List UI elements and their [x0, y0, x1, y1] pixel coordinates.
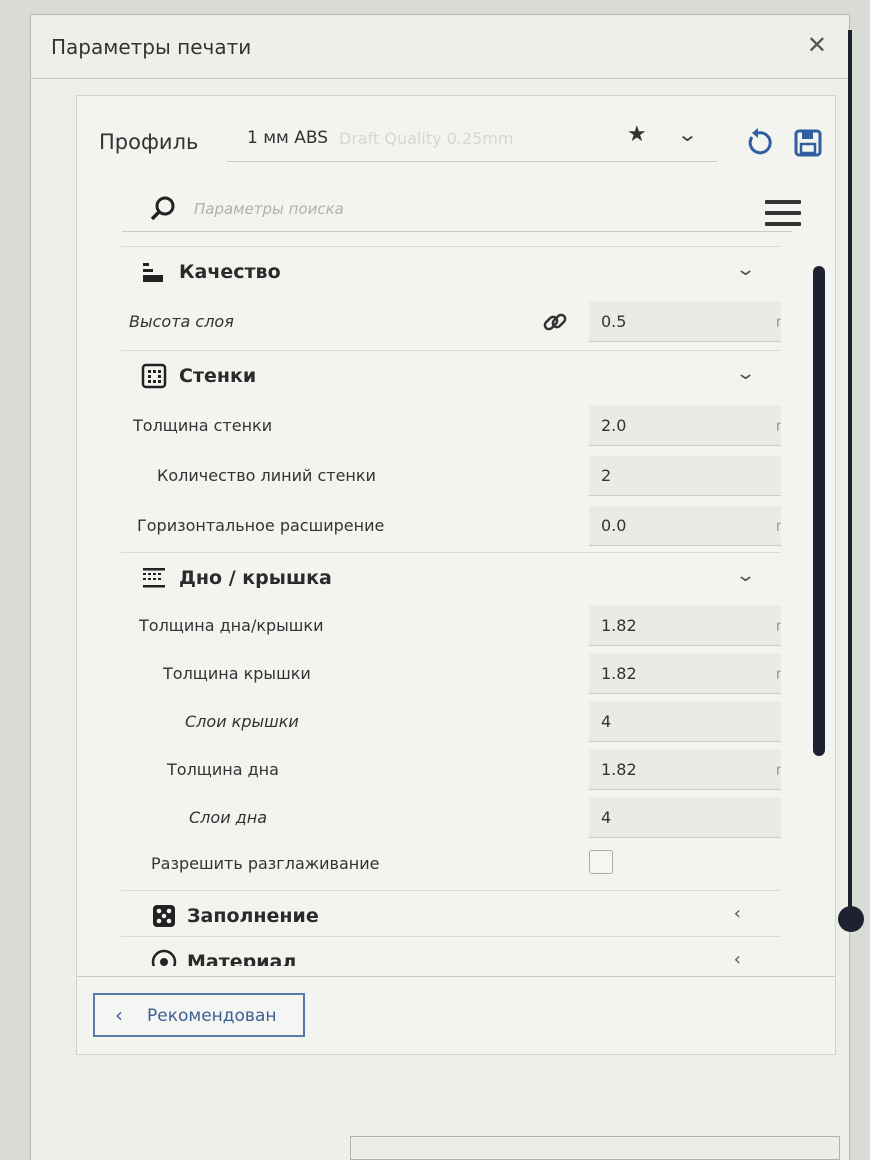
bottom-thickness-input[interactable]: 1.82 mm: [589, 750, 781, 790]
wall-thickness-input[interactable]: 2.0 mm: [589, 406, 781, 446]
unit-text: mm: [776, 417, 781, 435]
print-settings-dialog: Параметры печати ✕ Профиль 1 мм ABS Draf…: [30, 14, 850, 1160]
setting-label: Высота слоя: [129, 312, 234, 331]
section-infill[interactable]: Заполнение ‹: [121, 890, 781, 940]
value-text: 1.82: [601, 616, 637, 635]
save-icon[interactable]: [793, 128, 823, 158]
chevron-down-icon[interactable]: ⌄: [735, 363, 756, 384]
setting-label: Разрешить разглаживание: [151, 854, 380, 873]
search-field: [122, 188, 792, 232]
settings-list: Качество ⌄ Высота слоя 0.5 mm: [121, 246, 781, 966]
top-layers-input[interactable]: 4: [589, 702, 781, 742]
setting-layer-height: Высота слоя 0.5 mm: [121, 298, 781, 346]
setting-label: Слои крышки: [185, 712, 299, 731]
settings-panel: Профиль 1 мм ABS Draft Quality 0.25mm ★ …: [76, 95, 836, 1055]
setting-wall-thickness: Толщина стенки 2.0 mm: [121, 402, 781, 450]
ironing-checkbox[interactable]: [589, 850, 613, 874]
unit-text: mm: [776, 665, 781, 683]
setting-label: Толщина стенки: [133, 416, 273, 435]
unit-text: mm: [776, 517, 781, 535]
section-walls[interactable]: Стенки ⌄: [121, 350, 781, 400]
setting-horizontal-expansion: Горизонтальное расширение 0.0 mm: [121, 502, 781, 550]
bottom-panel: [350, 1136, 840, 1160]
chevron-left-icon[interactable]: ‹: [734, 949, 741, 966]
star-icon[interactable]: ★: [627, 122, 647, 147]
infill-icon: [153, 905, 175, 927]
layers-icon: [143, 568, 165, 588]
walls-grid-icon: [141, 363, 167, 389]
setting-top-thickness: Толщина крышки 1.82 mm: [121, 650, 781, 698]
setting-top-layers: Слои крышки 4: [121, 698, 781, 746]
section-top-bottom-title: Дно / крышка: [179, 567, 332, 589]
value-text: 1.82: [601, 664, 637, 683]
profile-subtitle: Draft Quality 0.25mm: [339, 129, 514, 148]
profile-dropdown[interactable]: 1 мм ABS Draft Quality 0.25mm ★ ⌄: [227, 114, 717, 162]
section-quality-title: Качество: [179, 261, 281, 283]
material-icon: [151, 949, 177, 966]
top-bottom-thickness-input[interactable]: 1.82 mm: [589, 606, 781, 646]
layer-slider-knob[interactable]: [838, 906, 864, 932]
setting-label: Горизонтальное расширение: [137, 516, 385, 535]
profile-label: Профиль: [99, 130, 199, 154]
profile-row: Профиль 1 мм ABS Draft Quality 0.25mm ★ …: [77, 96, 835, 176]
value-text: 1.82: [601, 760, 637, 779]
close-icon[interactable]: ✕: [807, 31, 827, 59]
layer-height-input[interactable]: 0.5 mm: [589, 302, 781, 342]
unit-text: mm: [776, 761, 781, 779]
bottom-layers-input[interactable]: 4: [589, 798, 781, 838]
value-text: 4: [601, 712, 612, 731]
quality-bars-icon: [143, 263, 163, 282]
layer-slider-track: [848, 30, 852, 910]
value-text: 2: [601, 466, 612, 485]
setting-label: Толщина крышки: [163, 664, 311, 683]
profile-name: 1 мм ABS: [247, 128, 329, 148]
link-icon[interactable]: [541, 308, 569, 336]
section-walls-title: Стенки: [179, 365, 257, 387]
chevron-left-icon: ‹: [115, 1003, 123, 1027]
menu-icon[interactable]: [765, 200, 801, 230]
unit-text: mm: [776, 313, 781, 331]
layer-slider[interactable]: [838, 30, 864, 950]
dialog-titlebar: Параметры печати ✕: [31, 15, 849, 79]
chevron-down-icon[interactable]: ⌄: [735, 565, 756, 586]
setting-label: Толщина дна/крышки: [139, 616, 324, 635]
panel-footer: ‹ Рекомендован: [77, 976, 835, 1056]
section-material[interactable]: Материал ‹: [121, 936, 781, 966]
value-text: 0.0: [601, 516, 627, 535]
reset-icon[interactable]: [743, 128, 773, 158]
setting-ironing: Разрешить разглаживание: [121, 840, 781, 888]
value-text: 2.0: [601, 416, 627, 435]
dialog-title: Параметры печати: [51, 35, 252, 59]
section-material-title: Материал: [187, 951, 297, 966]
chevron-left-icon[interactable]: ‹: [734, 903, 741, 924]
setting-label: Толщина дна: [167, 760, 279, 779]
section-top-bottom[interactable]: Дно / крышка ⌄: [121, 552, 781, 602]
section-quality[interactable]: Качество ⌄: [121, 246, 781, 296]
wall-line-count-input[interactable]: 2: [589, 456, 781, 496]
search-icon: [150, 196, 175, 221]
horizontal-expansion-input[interactable]: 0.0 mm: [589, 506, 781, 546]
setting-label: Количество линий стенки: [157, 466, 376, 485]
setting-bottom-layers: Слои дна 4: [121, 794, 781, 842]
recommended-button[interactable]: ‹ Рекомендован: [93, 993, 305, 1037]
value-text: 4: [601, 808, 612, 827]
recommended-label: Рекомендован: [147, 1006, 277, 1026]
section-infill-title: Заполнение: [187, 905, 319, 927]
settings-scrollbar[interactable]: [813, 266, 825, 756]
scrollbar-thumb[interactable]: [813, 266, 825, 756]
unit-text: mm: [776, 617, 781, 635]
chevron-down-icon[interactable]: ⌄: [676, 122, 698, 146]
setting-bottom-thickness: Толщина дна 1.82 mm: [121, 746, 781, 794]
search-input[interactable]: [194, 194, 754, 224]
top-thickness-input[interactable]: 1.82 mm: [589, 654, 781, 694]
setting-wall-line-count: Количество линий стенки 2: [121, 452, 781, 500]
setting-top-bottom-thickness: Толщина дна/крышки 1.82 mm: [121, 602, 781, 650]
value-text: 0.5: [601, 312, 627, 331]
search-row: [77, 188, 835, 248]
chevron-down-icon[interactable]: ⌄: [735, 259, 756, 280]
setting-label: Слои дна: [189, 808, 267, 827]
